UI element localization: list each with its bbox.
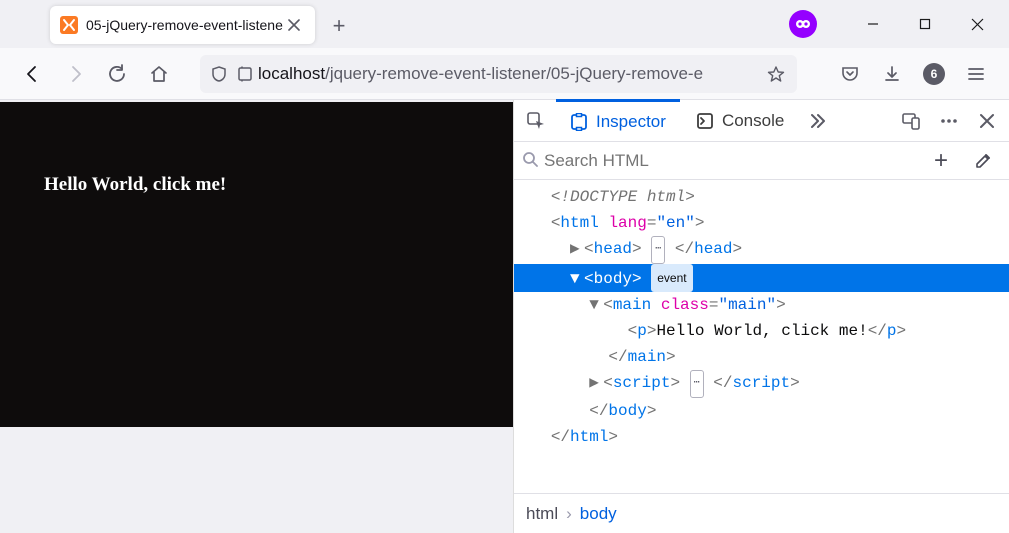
tab-console[interactable]: Console — [682, 100, 798, 142]
forward-button[interactable] — [56, 55, 94, 93]
add-element-button[interactable]: + — [923, 143, 959, 179]
titlebar: 05-jQuery-remove-event-listene + — [0, 0, 1009, 48]
new-tab-button[interactable]: + — [321, 8, 357, 44]
tree-row-html-open[interactable]: <html lang="en"> — [514, 210, 1009, 236]
xampp-icon — [60, 16, 78, 34]
element-picker-button[interactable] — [518, 103, 554, 139]
url-bar[interactable]: localhost/jquery-remove-event-listener/0… — [200, 55, 797, 93]
tree-row-body-close[interactable]: </body> — [514, 398, 1009, 424]
devtools-panel: Inspector Console — [513, 100, 1009, 533]
tree-row-script[interactable]: ▶<script> ⋯ </script> — [514, 370, 1009, 398]
chevron-right-icon: › — [566, 504, 572, 524]
account-badge-icon[interactable] — [789, 10, 817, 38]
content-row: Hello World, click me! Inspector Console — [0, 100, 1009, 533]
minimize-button[interactable] — [847, 0, 899, 48]
reload-button[interactable] — [98, 55, 136, 93]
browser-tab[interactable]: 05-jQuery-remove-event-listene — [50, 6, 315, 44]
tree-row-html-close[interactable]: </html> — [514, 424, 1009, 450]
toolbar: localhost/jquery-remove-event-listener/0… — [0, 48, 1009, 100]
breadcrumbs: html › body — [514, 493, 1009, 533]
markup-tree[interactable]: <!DOCTYPE html> <html lang="en"> ▶<head>… — [514, 180, 1009, 493]
tab-console-label: Console — [722, 111, 784, 131]
tree-row-main-open[interactable]: ▼<main class="main"> — [514, 292, 1009, 318]
home-button[interactable] — [140, 55, 178, 93]
downloads-button[interactable] — [873, 55, 911, 93]
close-window-button[interactable] — [951, 0, 1003, 48]
devtools-tabstrip: Inspector Console — [514, 100, 1009, 142]
tree-row-doctype[interactable]: <!DOCTYPE html> — [514, 184, 1009, 210]
tab-inspector[interactable]: Inspector — [556, 99, 680, 141]
tree-row-main-close[interactable]: </main> — [514, 344, 1009, 370]
app-menu-button[interactable] — [957, 55, 995, 93]
devtools-menu-button[interactable] — [931, 103, 967, 139]
event-badge[interactable]: event — [651, 264, 692, 292]
url-text: localhost/jquery-remove-event-listener/0… — [258, 64, 761, 84]
devtools-search-row: + — [514, 142, 1009, 180]
responsive-design-button[interactable] — [893, 103, 929, 139]
crumb-html[interactable]: html — [526, 504, 558, 524]
back-button[interactable] — [14, 55, 52, 93]
page-viewport[interactable]: Hello World, click me! — [0, 102, 513, 427]
devtools-close-button[interactable] — [969, 103, 1005, 139]
pocket-button[interactable] — [831, 55, 869, 93]
search-icon — [522, 151, 538, 171]
crumb-body[interactable]: body — [580, 504, 617, 524]
page-info-icon[interactable] — [232, 65, 258, 83]
page-heading[interactable]: Hello World, click me! — [44, 174, 226, 195]
tree-row-p[interactable]: <p>Hello World, click me!</p> — [514, 318, 1009, 344]
tab-title: 05-jQuery-remove-event-listene — [86, 17, 283, 33]
tree-row-body-open[interactable]: ▼<body> event — [514, 264, 1009, 292]
shield-icon[interactable] — [206, 65, 232, 83]
bookmark-star-icon[interactable] — [761, 65, 791, 83]
notification-count: 6 — [923, 63, 945, 85]
tree-row-head[interactable]: ▶<head> ⋯ </head> — [514, 236, 1009, 264]
window-controls — [789, 0, 1009, 48]
maximize-button[interactable] — [899, 0, 951, 48]
devtools-overflow-button[interactable] — [800, 103, 836, 139]
notifications-button[interactable]: 6 — [915, 55, 953, 93]
tab-inspector-label: Inspector — [596, 112, 666, 132]
search-html-input[interactable] — [544, 151, 917, 171]
close-tab-icon[interactable] — [283, 14, 305, 36]
eyedropper-button[interactable] — [965, 143, 1001, 179]
